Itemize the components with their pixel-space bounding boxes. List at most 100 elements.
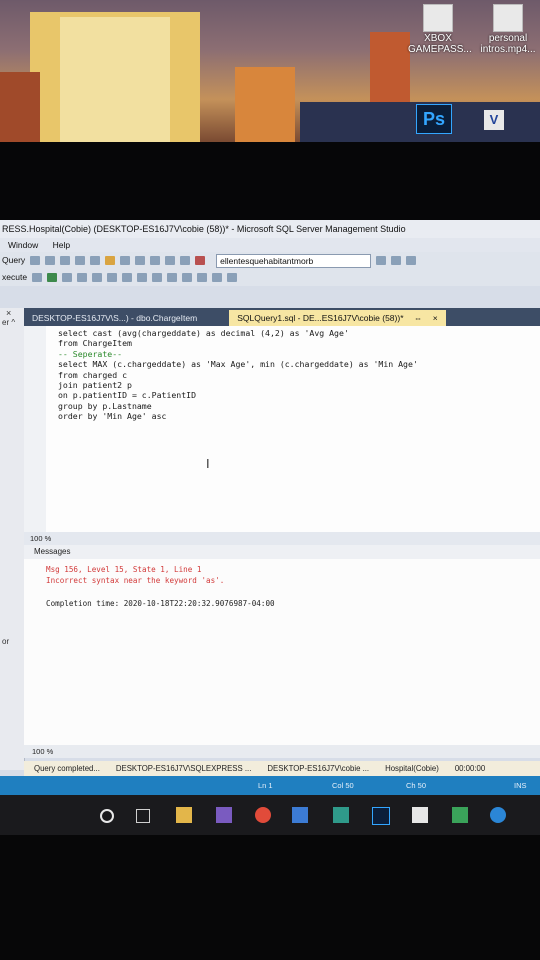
stop-icon[interactable] bbox=[32, 273, 43, 282]
user-name: DESKTOP-ES16J7V\cobie ... bbox=[267, 764, 370, 773]
object-explorer-panel: × er ^ or bbox=[0, 308, 25, 770]
wrench-icon[interactable] bbox=[406, 256, 417, 265]
code-line: on p.patientID = c.PatientID bbox=[58, 390, 197, 401]
text-cursor-icon: I bbox=[206, 456, 210, 471]
tab-sqlquery1[interactable]: SQLQuery1.sql - DE...ES16J7V\cobie (58))… bbox=[229, 310, 446, 326]
chrome-icon[interactable] bbox=[255, 807, 271, 823]
comment-icon[interactable] bbox=[167, 273, 178, 282]
search-circle-icon[interactable] bbox=[100, 809, 114, 823]
results-text-icon[interactable] bbox=[122, 273, 133, 282]
undo-icon[interactable] bbox=[150, 256, 161, 265]
display-plan-icon[interactable] bbox=[77, 273, 88, 282]
desk-surface bbox=[0, 835, 540, 960]
dmx-icon[interactable] bbox=[60, 256, 71, 265]
file-explorer-icon[interactable] bbox=[176, 807, 192, 823]
desktop-icon-label: personal intros.mp4... bbox=[480, 33, 536, 55]
building-shape bbox=[60, 17, 170, 142]
query-options-icon[interactable] bbox=[92, 273, 103, 282]
desktop-wallpaper: XBOX GAMEPASS... personal intros.mp4... … bbox=[0, 0, 540, 142]
tab-label: SQLQuery1.sql - DE...ES16J7V\cobie (58))… bbox=[237, 313, 404, 323]
file-icon bbox=[493, 4, 523, 32]
database-dropdown[interactable]: ellentesquehabitantmorb bbox=[216, 253, 372, 268]
close-icon[interactable]: × bbox=[433, 313, 438, 323]
tab-chargeitem[interactable]: DESKTOP-ES16J7V\S...) - dbo.ChargeItem bbox=[24, 310, 205, 326]
object-explorer-label: or bbox=[2, 637, 10, 646]
properties-icon[interactable] bbox=[391, 256, 402, 265]
code-line: from ChargeItem bbox=[58, 338, 132, 349]
task-view-icon[interactable] bbox=[136, 809, 150, 823]
ssms-window: RESS.Hospital(Cobie) (DESKTOP-ES16J7V\co… bbox=[0, 220, 540, 795]
desktop-icon-personal[interactable]: personal intros.mp4... bbox=[476, 4, 540, 55]
paste-icon[interactable] bbox=[135, 256, 146, 265]
app-status-bar: Ln 1 Col 50 Ch 50 INS bbox=[0, 776, 540, 795]
monitor-bezel bbox=[0, 142, 540, 220]
outdent-icon[interactable] bbox=[212, 273, 223, 282]
desktop-icon-label: XBOX GAMEPASS... bbox=[408, 33, 472, 55]
building-shape bbox=[235, 67, 295, 142]
char-indicator: Ch 50 bbox=[406, 781, 427, 790]
new-query-label[interactable]: Query bbox=[2, 252, 25, 269]
vegas-icon[interactable]: V bbox=[484, 110, 504, 130]
code-line: from charged c bbox=[58, 369, 128, 380]
menu-help[interactable]: Help bbox=[53, 240, 70, 250]
dax-icon[interactable] bbox=[90, 256, 101, 265]
error-message-line: Msg 156, Level 15, State 1, Line 1 bbox=[46, 565, 202, 574]
desktop-icon-xbox[interactable]: XBOX GAMEPASS... bbox=[408, 4, 472, 55]
edge-icon[interactable] bbox=[490, 807, 506, 823]
code-line: -- Seperate-- bbox=[58, 348, 123, 359]
editor-zoom[interactable]: 100 % bbox=[24, 532, 540, 545]
results-grid-icon[interactable] bbox=[137, 273, 148, 282]
query-state: Query completed... bbox=[34, 764, 100, 773]
grid-icon[interactable] bbox=[62, 273, 73, 282]
code-line: select cast (avg(chargeddate) as decimal… bbox=[58, 328, 349, 338]
building-shape bbox=[0, 72, 40, 142]
parse-check-icon[interactable] bbox=[47, 273, 58, 282]
toolbar-2: xecute bbox=[0, 269, 540, 286]
store-icon[interactable] bbox=[292, 807, 308, 823]
photoshop-icon[interactable]: Ps bbox=[416, 104, 452, 134]
code-line: select MAX (c.chargeddate) as 'Max Age',… bbox=[58, 359, 418, 370]
windows-taskbar bbox=[0, 795, 540, 835]
intellisense-icon[interactable] bbox=[107, 273, 118, 282]
line-indicator: Ln 1 bbox=[258, 781, 273, 790]
code-block[interactable]: select cast (avg(chargeddate) as decimal… bbox=[58, 328, 418, 422]
insert-mode-indicator: INS bbox=[514, 781, 527, 790]
elapsed-time: 00:00:00 bbox=[454, 764, 486, 773]
query-status-bar: Query completed... DESKTOP-ES16J7V\SQLEX… bbox=[24, 761, 540, 776]
cut-icon[interactable] bbox=[105, 256, 116, 265]
results-zoom[interactable]: 100 % bbox=[24, 745, 540, 758]
code-line: order by 'Min Age' asc bbox=[58, 411, 167, 422]
linkedin-icon[interactable] bbox=[333, 807, 349, 823]
photos-icon[interactable] bbox=[216, 807, 232, 823]
close-icon[interactable]: × bbox=[0, 308, 24, 318]
query-editor[interactable]: select cast (avg(chargeddate) as decimal… bbox=[24, 326, 540, 532]
pin-icon[interactable]: ⇔ bbox=[414, 313, 423, 323]
xmla-icon[interactable] bbox=[75, 256, 86, 265]
error-message-line: Incorrect syntax near the keyword 'as'. bbox=[46, 576, 225, 585]
toolbar-1: Query ellentesquehabitantmorb bbox=[0, 252, 540, 269]
vegas-icon[interactable] bbox=[412, 807, 428, 823]
mdx-icon[interactable] bbox=[45, 256, 56, 265]
database-icon bbox=[195, 256, 206, 265]
object-explorer-arrow[interactable]: er ^ bbox=[0, 318, 24, 327]
photoshop-icon[interactable] bbox=[372, 807, 390, 825]
menu-bar: Window Help bbox=[0, 238, 540, 252]
chevron-down-icon[interactable] bbox=[376, 256, 387, 265]
completion-time: Completion time: 2020-10-18T22:20:32.907… bbox=[46, 599, 275, 608]
results-pane: Messages Msg 156, Level 15, State 1, Lin… bbox=[24, 545, 540, 745]
tab-messages[interactable]: Messages bbox=[24, 545, 540, 559]
screenshot-icon[interactable] bbox=[180, 256, 191, 265]
editor-gutter bbox=[24, 326, 46, 532]
copy-icon[interactable] bbox=[120, 256, 131, 265]
indent-icon[interactable] bbox=[197, 273, 208, 282]
results-file-icon[interactable] bbox=[152, 273, 163, 282]
menu-window[interactable]: Window bbox=[8, 240, 38, 250]
tab-label: DESKTOP-ES16J7V\S...) - dbo.ChargeItem bbox=[32, 313, 198, 323]
execute-button[interactable]: xecute bbox=[2, 269, 27, 286]
app-icon[interactable] bbox=[452, 807, 468, 823]
uncomment-icon[interactable] bbox=[182, 273, 193, 282]
redo-icon[interactable] bbox=[165, 256, 176, 265]
new-query-icon[interactable] bbox=[30, 256, 41, 265]
specify-values-icon[interactable] bbox=[227, 273, 238, 282]
column-indicator: Col 50 bbox=[332, 781, 354, 790]
